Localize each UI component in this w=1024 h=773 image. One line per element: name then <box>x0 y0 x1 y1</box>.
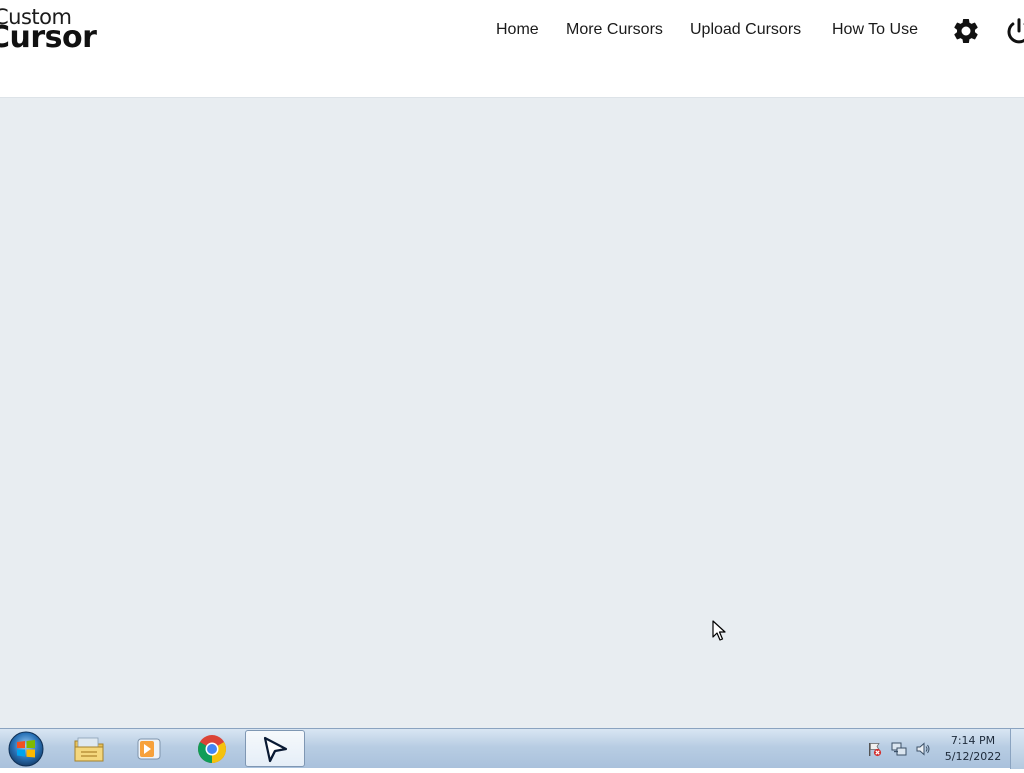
nav-home-link[interactable]: Home <box>496 21 539 39</box>
clock-date: 5/12/2022 <box>944 750 1002 763</box>
gear-icon <box>954 18 978 43</box>
media-player-icon <box>137 738 161 759</box>
show-desktop-button[interactable] <box>1010 729 1024 769</box>
start-button[interactable] <box>6 730 46 768</box>
nav-more-cursors-link[interactable]: More Cursors <box>566 21 663 39</box>
network-icon[interactable] <box>891 741 907 757</box>
clock-time: 7:14 PM <box>950 734 996 747</box>
action-center-flag-icon[interactable] <box>866 741 882 757</box>
taskbar: 7:14 PM 5/12/2022 <box>0 728 1024 769</box>
custom-cursor-logo[interactable]: Custom Cursor <box>0 0 100 60</box>
taskbar-custom-cursor-button[interactable] <box>245 730 305 767</box>
logo-text-line2: Cursor <box>0 20 97 55</box>
chrome-icon <box>198 734 226 763</box>
windows-start-orb-icon <box>8 731 44 767</box>
header-bar: Custom Cursor Home More Cursors Upload C… <box>0 0 1024 98</box>
power-icon <box>1007 18 1024 44</box>
custom-cursor-app-icon <box>263 736 288 762</box>
taskbar-media-player-button[interactable] <box>120 730 178 767</box>
custom-cursor-app-window: Custom Cursor Home More Cursors Upload C… <box>0 0 1024 728</box>
volume-icon[interactable] <box>915 741 931 757</box>
mouse-pointer-icon <box>712 620 726 641</box>
nav-how-to-use-link[interactable]: How To Use <box>832 21 918 39</box>
taskbar-chrome-button[interactable] <box>183 730 241 767</box>
taskbar-clock[interactable]: 7:14 PM 5/12/2022 <box>940 733 1006 765</box>
nav-upload-cursors-link[interactable]: Upload Cursors <box>690 21 801 39</box>
power-button[interactable] <box>1004 16 1024 46</box>
taskbar-file-explorer-button[interactable] <box>60 730 118 767</box>
file-explorer-icon <box>74 737 104 761</box>
settings-button[interactable] <box>951 16 981 46</box>
